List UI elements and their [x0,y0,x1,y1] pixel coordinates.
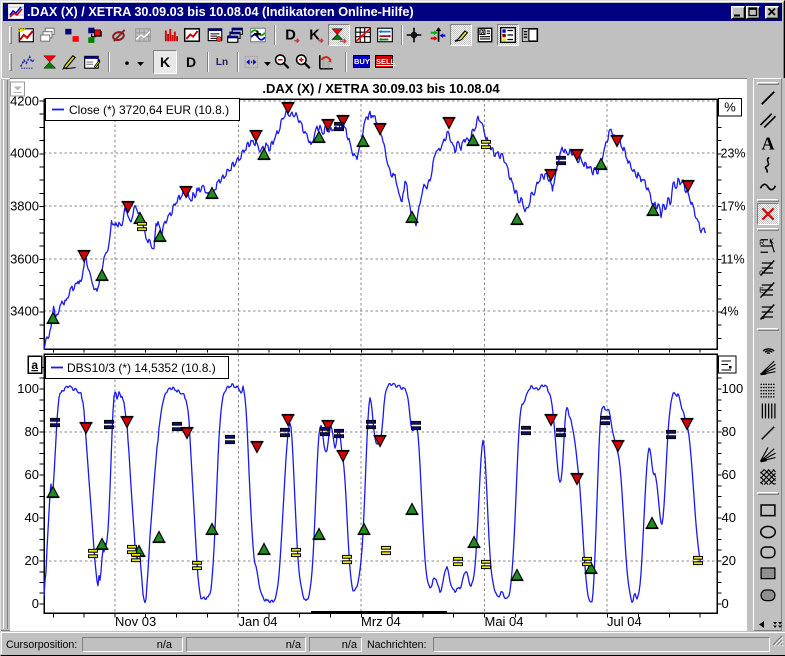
svg-text:a: a [31,358,38,372]
svg-text:4%: 4% [721,305,739,319]
svg-text:100: 100 [17,381,39,396]
svg-text:40: 40 [722,510,736,525]
svg-text:3400: 3400 [10,304,39,319]
svg-text:100: 100 [722,381,744,396]
svg-text:Mai 04: Mai 04 [485,614,524,629]
svg-text:Jan 04: Jan 04 [239,614,278,629]
svg-text:20: 20 [722,553,736,568]
svg-text:11%: 11% [721,253,745,267]
svg-text:23%: 23% [721,147,746,161]
svg-text:Mrz 04: Mrz 04 [361,614,401,629]
svg-text:3800: 3800 [10,199,39,214]
svg-text:0: 0 [722,596,729,611]
svg-text:0: 0 [32,596,39,611]
svg-text:DBS10/3 (*) 14,5352 (10.8.): DBS10/3 (*) 14,5352 (10.8.) [67,361,216,375]
svg-text:20: 20 [25,553,39,568]
svg-text:60: 60 [25,467,39,482]
svg-text:Nov 03: Nov 03 [115,614,156,629]
svg-text:17%: 17% [721,200,746,214]
svg-text:%: % [724,100,736,115]
svg-text:80: 80 [722,424,736,439]
svg-text:40: 40 [25,510,39,525]
svg-text:A: A [761,133,774,153]
svg-text:4000: 4000 [10,146,39,161]
svg-text:.DAX (X) / XETRA 30.09.03 bis: .DAX (X) / XETRA 30.09.03 bis 10.08.04 [262,81,500,96]
svg-text:3600: 3600 [10,252,39,267]
svg-text:D: D [285,28,296,44]
svg-text:80: 80 [25,424,39,439]
svg-text:A: A [481,30,485,36]
svg-text:60: 60 [722,467,736,482]
svg-text:Jul 04: Jul 04 [607,614,642,629]
svg-text:R: R [759,240,764,247]
svg-text:Close (*) 3720,64 EUR (10.8.): Close (*) 3720,64 EUR (10.8.) [69,103,229,117]
